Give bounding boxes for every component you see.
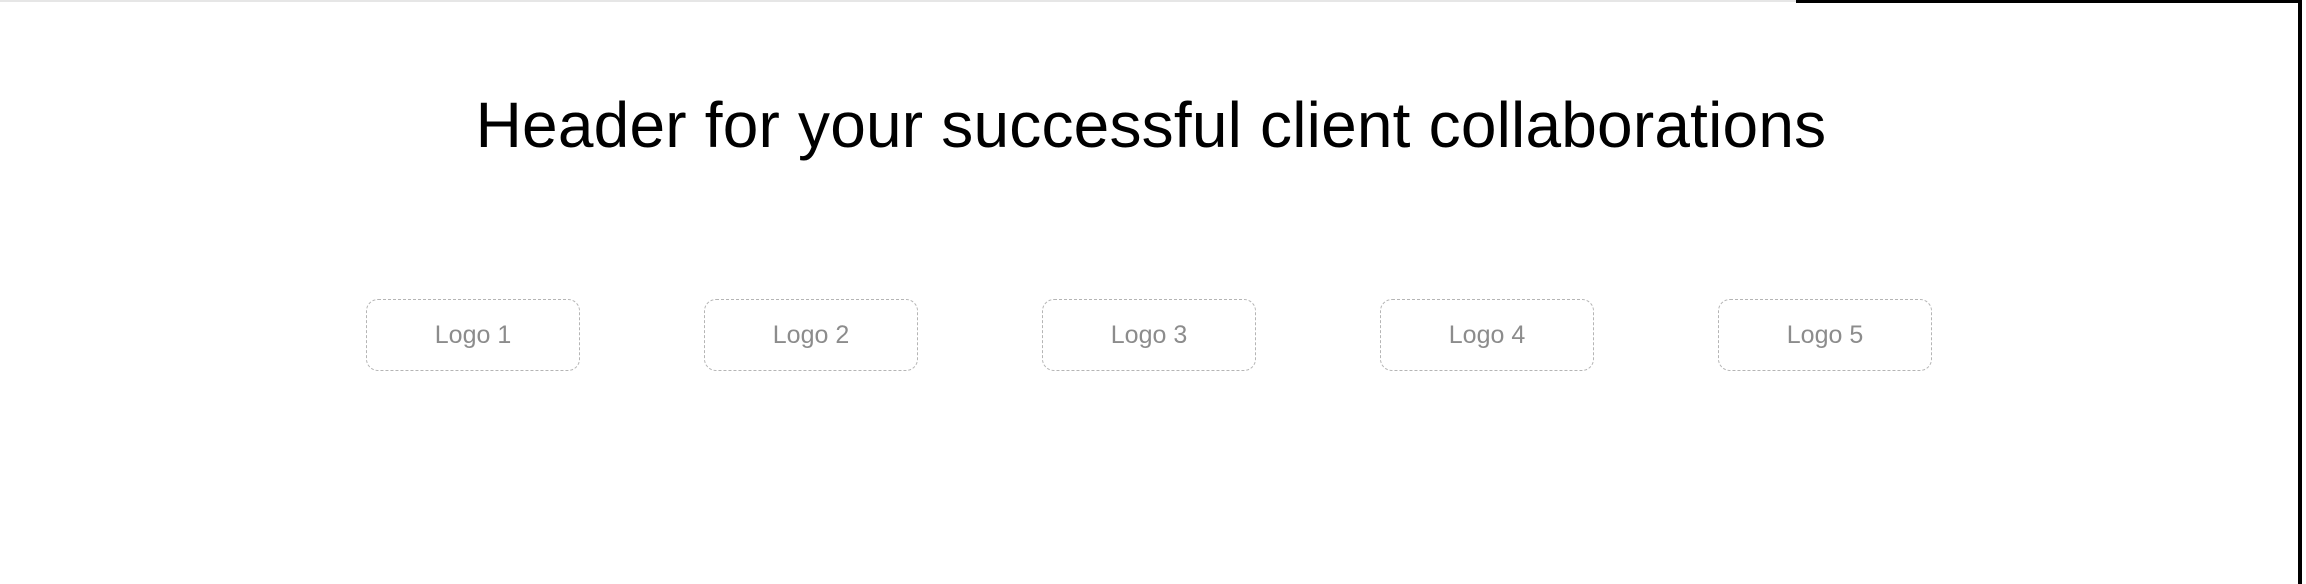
logo-row: Logo 1 Logo 2 Logo 3 Logo 4 Logo 5 [366,299,1932,371]
logo-placeholder-2: Logo 2 [704,299,918,371]
client-logos-section: Header for your successful client collab… [0,0,2302,584]
logo-placeholder-1: Logo 1 [366,299,580,371]
logo-placeholder-3: Logo 3 [1042,299,1256,371]
logo-placeholder-4: Logo 4 [1380,299,1594,371]
logo-placeholder-5: Logo 5 [1718,299,1932,371]
page-title: Header for your successful client collab… [475,89,1827,161]
